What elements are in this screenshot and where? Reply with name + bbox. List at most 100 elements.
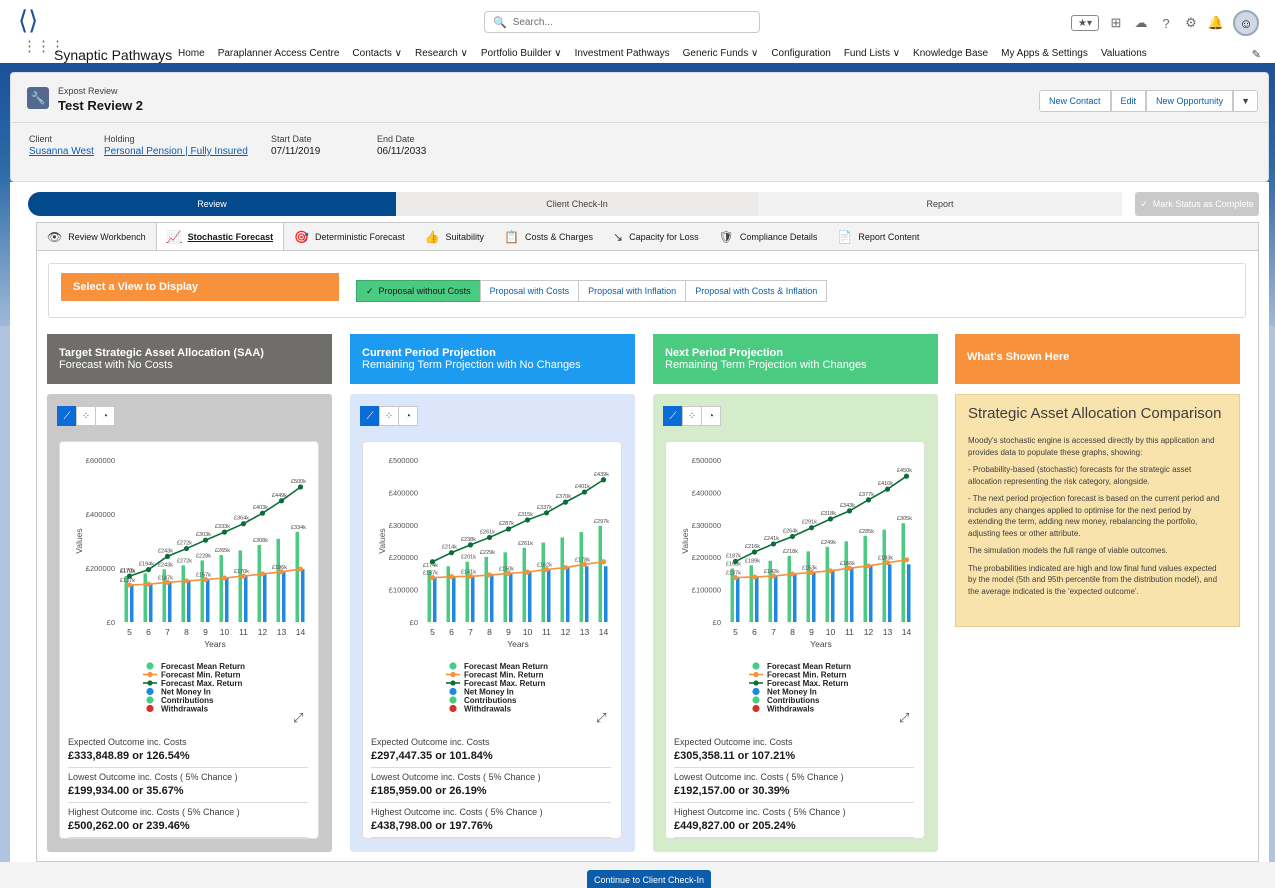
nav-item-11[interactable]: Valuations (1101, 48, 1147, 59)
global-search-input[interactable]: 🔍 Search... (484, 11, 760, 33)
mark-status-complete-button[interactable]: ✓ Mark Status as Complete (1135, 192, 1259, 216)
info-paragraph: - Probability-based (stochastic) forecas… (968, 465, 1192, 486)
new-opportunity-button[interactable]: New Opportunity (1146, 90, 1234, 112)
tab-capacity-for-loss[interactable]: ↘ Capacity for Loss (603, 223, 709, 250)
max-return-point (846, 508, 853, 514)
nav-item-10[interactable]: My Apps & Settings (1001, 48, 1088, 59)
new-contact-button[interactable]: New Contact (1039, 90, 1111, 112)
edit-button[interactable]: Edit (1110, 90, 1147, 112)
expand-icon[interactable]: ⤢ (899, 710, 909, 726)
max-return-point (827, 516, 834, 522)
y-tick-label: £200000 (86, 564, 115, 573)
outcome-value: £199,934.00 or 35.67% (68, 785, 184, 797)
client-link[interactable]: Susanna West (29, 146, 104, 157)
favorites-star-icon[interactable]: ★▾ (1071, 15, 1099, 31)
net-money-bar (888, 564, 892, 622)
bell-icon[interactable]: 🔔 (1208, 15, 1224, 31)
view-option-2[interactable]: Proposal with Inflation (578, 280, 687, 302)
nav-item-6[interactable]: Generic Funds ∨ (683, 48, 759, 59)
nav-item-9[interactable]: Knowledge Base (913, 48, 988, 59)
scatter-icon[interactable]: ⁘ (76, 406, 96, 426)
nav-item-7[interactable]: Configuration (771, 48, 830, 59)
path-step-client-check-in[interactable]: Client Check-In (396, 192, 758, 216)
nav-item-0[interactable]: Home (178, 48, 205, 59)
min-data-label: £183k (878, 556, 893, 562)
outcome-label: Expected Outcome inc. Costs (68, 737, 187, 747)
tab-suitability[interactable]: 👍 Suitability (415, 223, 494, 250)
line-chart-icon[interactable]: ⟋ (360, 406, 380, 426)
nav-item-5[interactable]: Investment Pathways (575, 48, 670, 59)
legend-marker (450, 680, 456, 686)
net-money-bar (566, 567, 570, 622)
outcome-stat: Highest Outcome inc. Costs ( 5% Chance )… (674, 803, 914, 838)
nav-item-3[interactable]: Research ∨ (415, 48, 468, 59)
legend-label[interactable]: Withdrawals (464, 705, 512, 714)
expand-icon[interactable]: ⤢ (596, 710, 606, 726)
x-tick-label: 10 (220, 627, 230, 637)
outcome-stats: Expected Outcome inc. Costs £333,848.89 o… (68, 733, 308, 838)
legend-marker (753, 671, 759, 678)
view-option-3[interactable]: Proposal with Costs & Inflation (685, 280, 828, 302)
legend-marker (449, 696, 457, 704)
column-body: ⟋ ⁘ ◔ £0 £200000 £400000 £600000 Values 5 6 7 8 9 10 1… (47, 394, 332, 852)
trailhead-icon[interactable]: ☁ (1133, 15, 1149, 31)
edit-nav-pencil-icon[interactable]: ✎ (1252, 48, 1261, 61)
avatar[interactable]: ☺ (1233, 10, 1259, 36)
nav-item-8[interactable]: Fund Lists ∨ (844, 48, 900, 59)
projection-column-1: Current Period Projection Remaining Term … (350, 334, 635, 852)
scatter-icon[interactable]: ⁘ (379, 406, 399, 426)
view-option-0[interactable]: ✓ Proposal without Costs (356, 280, 481, 302)
help-icon[interactable]: ? (1158, 15, 1174, 31)
max-data-label: £439k (594, 472, 609, 478)
tab-report-content[interactable]: 📄 Report Content (827, 223, 929, 250)
mean-return-bar (806, 551, 810, 622)
legend-marker (146, 662, 154, 670)
record-title: Test Review 2 (58, 98, 144, 113)
pie-chart-icon[interactable]: ◔ (95, 406, 115, 426)
add-icon[interactable]: ⊞ (1108, 15, 1124, 31)
outcome-stat: Expected Outcome inc. Costs £297,447.35 o… (371, 733, 611, 768)
min-return-point (183, 578, 190, 584)
actions-menu-chevron-icon[interactable]: ▼ (1233, 90, 1258, 112)
max-return-point (865, 497, 872, 503)
chart-card: £0 £100000 £200000 £300000 £400000 £500000 Val… (665, 441, 925, 839)
expand-icon[interactable]: ⤢ (293, 710, 303, 726)
column-subtitle: Forecast with No Costs (59, 359, 173, 371)
continue-to-client-check-in-button[interactable]: Continue to Client Check-In (587, 870, 711, 888)
nav-item-4[interactable]: Portfolio Builder ∨ (481, 48, 562, 59)
max-data-label: £343k (840, 503, 855, 509)
max-data-label: £377k (859, 492, 874, 498)
legend-label[interactable]: Withdrawals (767, 705, 815, 714)
line-chart-icon[interactable]: ⟋ (663, 406, 683, 426)
pie-chart-icon[interactable]: ◔ (398, 406, 418, 426)
nav-item-1[interactable]: Paraplanner Access Centre (218, 48, 340, 59)
y-tick-label: £400000 (692, 488, 721, 497)
tab-compliance-details[interactable]: 🛡 Compliance Details (709, 223, 828, 250)
max-data-label: £370k (556, 494, 571, 500)
gear-icon[interactable]: ⚙ (1183, 15, 1199, 31)
holding-link[interactable]: Personal Pension | Fully Insured (104, 146, 271, 157)
max-return-point (770, 541, 777, 547)
path-step-report[interactable]: Report (758, 192, 1122, 216)
line-chart-icon[interactable]: ⟋ (57, 406, 77, 426)
max-data-label: £403k (253, 505, 268, 511)
outcome-stat: Highest Outcome inc. Costs ( 5% Chance )… (371, 803, 611, 838)
tab-stochastic-forecast[interactable]: 📈 Stochastic Forecast (155, 223, 285, 250)
mean-return-bar (143, 573, 147, 622)
pie-chart-icon[interactable]: ◔ (701, 406, 721, 426)
view-option-1[interactable]: Proposal with Costs (479, 280, 580, 302)
net-money-bar (585, 566, 589, 622)
scatter-icon[interactable]: ⁘ (682, 406, 702, 426)
max-return-point (751, 549, 758, 555)
legend-label[interactable]: Withdrawals (161, 705, 209, 714)
net-money-bar (793, 574, 797, 622)
nav-item-2[interactable]: Contacts ∨ (352, 48, 402, 59)
tab-costs-charges[interactable]: 📋 Costs & Charges (494, 223, 603, 250)
outcome-value: £185,959.00 or 26.19% (371, 785, 487, 797)
mean-return-bar (503, 552, 507, 622)
path-step-review[interactable]: Review (28, 192, 396, 216)
min-data-label: £150k (499, 566, 514, 572)
tab-review-workbench[interactable]: 👁 Review Workbench (37, 223, 156, 250)
tab-deterministic-forecast[interactable]: 🎯 Deterministic Forecast (284, 223, 414, 250)
column-subtitle: Remaining Term Projection with Changes (665, 359, 867, 371)
